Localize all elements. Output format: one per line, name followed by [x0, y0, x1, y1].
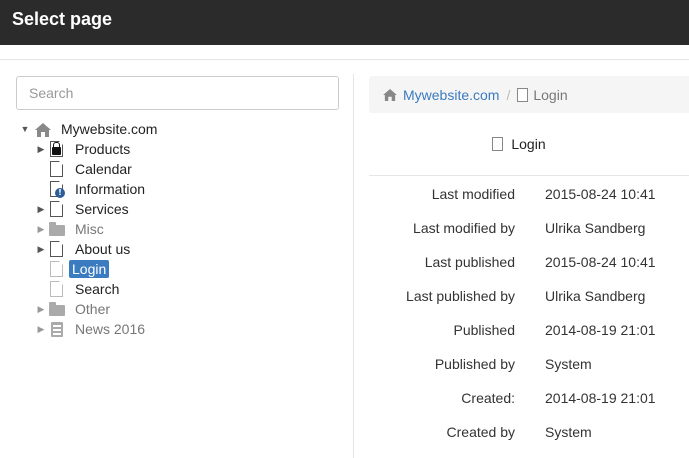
tree-node-misc[interactable]: ▶ Misc: [36, 219, 107, 239]
meta-value: System: [545, 424, 592, 440]
meta-key: Last published: [424, 254, 515, 270]
meta-value: 2014-08-19 21:01: [545, 322, 656, 338]
breadcrumb: Mywebsite.com / Login: [369, 76, 689, 113]
tree-node-label: Mywebsite.com: [61, 121, 158, 137]
tree-node-label: Misc: [75, 221, 104, 237]
search-input[interactable]: [16, 76, 339, 110]
meta-value: Ulrika Sandberg: [545, 220, 646, 236]
meta-key: Created by: [446, 424, 515, 440]
tree-node-login[interactable]: Login: [36, 259, 110, 279]
tree-node-label: Products: [75, 141, 131, 157]
meta-key: Published by: [434, 356, 515, 372]
dialog-header: Select page: [0, 0, 689, 45]
meta-row: Last published 2015-08-24 10:41: [369, 254, 689, 274]
page-title-text: Login: [511, 136, 546, 152]
page-icon: [49, 160, 65, 178]
page-icon: [49, 280, 65, 298]
tree-node-label: Information: [75, 181, 146, 197]
news-icon: [49, 321, 65, 338]
tree-node-other[interactable]: ▶ Other: [36, 299, 113, 319]
collapsed-caret-icon[interactable]: ▶: [36, 144, 46, 154]
meta-value: 2015-08-24 10:41: [545, 186, 656, 202]
meta-value: 2014-08-19 21:01: [545, 390, 656, 406]
meta-key: Last modified: [431, 186, 515, 202]
dialog-body: ▼ Mywebsite.com ▶ Products Calendar: [0, 59, 689, 458]
details-panel: Mywebsite.com / Login Login Last modifie…: [369, 60, 689, 458]
meta-value: System: [545, 356, 592, 372]
info-page-icon: !: [49, 180, 65, 198]
meta-row: Created: 2014-08-19 21:01: [369, 390, 689, 410]
home-icon: [383, 88, 397, 101]
collapsed-caret-icon[interactable]: ▶: [36, 304, 46, 314]
tree-node-label: About us: [75, 241, 131, 257]
panel-divider: [353, 74, 354, 458]
collapsed-caret-icon[interactable]: ▶: [36, 244, 46, 254]
page-icon: [49, 200, 65, 218]
meta-row: Last modified 2015-08-24 10:41: [369, 186, 689, 206]
meta-key: Last published by: [406, 288, 515, 304]
meta-row: Published by System: [369, 356, 689, 376]
meta-value: Ulrika Sandberg: [545, 288, 646, 304]
tree-node-label-selected: Login: [69, 260, 110, 278]
meta-key: Published: [453, 322, 516, 338]
page-icon: [492, 137, 504, 151]
dialog-title: Select page: [12, 9, 113, 29]
page-icon: [517, 87, 529, 102]
folder-icon: [49, 301, 65, 318]
tree-node-mywebsite[interactable]: ▼ Mywebsite.com: [20, 119, 160, 139]
meta-key: Last modified by: [413, 220, 515, 236]
breadcrumb-root-link[interactable]: Mywebsite.com: [403, 87, 499, 103]
meta-row: Last modified by Ulrika Sandberg: [369, 220, 689, 240]
tree-node-label: Other: [75, 301, 111, 317]
meta-row: Last published by Ulrika Sandberg: [369, 288, 689, 308]
meta-row: Created by System: [369, 424, 689, 444]
tree-node-label: Calendar: [75, 161, 132, 177]
home-icon: [35, 121, 51, 138]
page-icon: [49, 260, 65, 278]
tree-panel: ▼ Mywebsite.com ▶ Products Calendar: [0, 60, 352, 458]
meta-key: Created:: [461, 390, 515, 406]
tree-node-label: Services: [75, 201, 129, 217]
breadcrumb-separator: /: [506, 86, 511, 103]
page-icon: [49, 240, 65, 258]
locked-page-icon: [49, 140, 65, 158]
meta-value: 2015-08-24 10:41: [545, 254, 656, 270]
tree-node-search[interactable]: Search: [36, 279, 122, 299]
tree-node-label: News 2016: [75, 321, 146, 337]
breadcrumb-current: Login: [533, 86, 568, 103]
tree-node-services[interactable]: ▶ Services: [36, 199, 132, 219]
tree-node-information[interactable]: ! Information: [36, 179, 148, 199]
folder-icon: [49, 221, 65, 238]
collapsed-caret-icon[interactable]: ▶: [36, 324, 46, 334]
page-title: Login: [369, 136, 689, 152]
divider: [369, 175, 689, 176]
tree-node-label: Search: [75, 281, 120, 297]
meta-row: Published 2014-08-19 21:01: [369, 322, 689, 342]
tree-node-calendar[interactable]: Calendar: [36, 159, 135, 179]
collapsed-caret-icon[interactable]: ▶: [36, 224, 46, 234]
tree-node-news-2016[interactable]: ▶ News 2016: [36, 319, 148, 339]
expanded-caret-icon[interactable]: ▼: [20, 124, 30, 134]
tree-node-products[interactable]: ▶ Products: [36, 139, 133, 159]
collapsed-caret-icon[interactable]: ▶: [36, 204, 46, 214]
tree-node-about-us[interactable]: ▶ About us: [36, 239, 133, 259]
